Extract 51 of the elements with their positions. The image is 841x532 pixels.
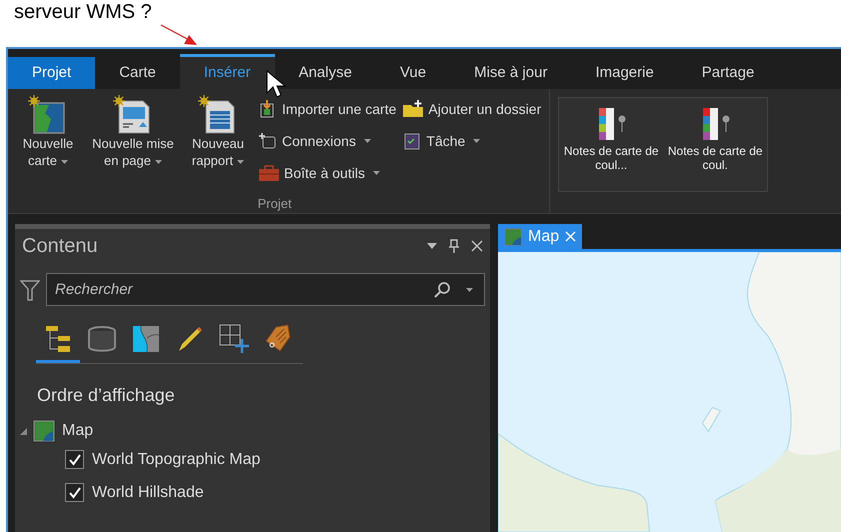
annotation-text: serveur WMS ? [14,2,152,22]
toolbox-icon [258,164,280,182]
ribbon-large-button[interactable]: Nouvelle mise en page [84,95,182,169]
tree-label[interactable]: Map [62,419,94,443]
pane-title: Contenu [22,234,99,259]
annotation-arrow [160,24,198,46]
checkbox[interactable] [65,483,84,502]
close-icon[interactable] [471,240,483,252]
layer-label[interactable]: World Topographic Map [92,448,260,472]
map-selection-icon [131,324,161,354]
database-icon [87,324,117,354]
connection-icon [258,131,278,151]
ribbon-tab[interactable]: Partage [678,57,778,89]
layer-list-icon [43,324,73,354]
map-icon [33,420,55,442]
ribbon-tab[interactable]: Carte [95,57,180,89]
expand-arrow-icon[interactable] [19,426,28,436]
grid-add-icon [218,323,250,355]
ribbon-small-button[interactable]: Ajouter un dossier [402,95,542,123]
task-icon [402,131,422,151]
map-icon [504,228,522,246]
dropdown-icon[interactable] [427,243,437,249]
file-tab[interactable]: Projet [8,57,96,89]
pin-icon[interactable] [449,239,459,253]
ribbon-tab[interactable]: Mise à jour [450,57,572,89]
ribbon-large-button[interactable]: Nouveau rapport [184,95,252,169]
notes-button[interactable]: Notes de carte de coul... [559,104,664,172]
notes-button[interactable]: Notes de carte de coul. [663,104,768,172]
add-folder-icon [402,100,424,118]
map-view-tab[interactable]: Map [498,224,582,249]
checkbox[interactable] [65,450,84,469]
check-icon [68,454,80,466]
ribbon-small-button[interactable]: Tâche [402,127,542,155]
ribbon-tab[interactable]: Vue [376,57,450,89]
layer-label[interactable]: World Hillshade [92,480,204,504]
filter-icon[interactable] [20,278,40,300]
ribbon-tab[interactable]: Analyse [274,57,376,89]
search-field[interactable]: Rechercher [46,273,485,306]
caret-icon[interactable] [466,288,473,292]
new-map-icon [28,95,68,135]
ribbon-small-button[interactable]: Boîte à outils [258,159,396,187]
section-heading: Ordre d’affichage [37,384,176,407]
ribbon-tab[interactable]: Imagerie [571,57,678,89]
ribbon-tab[interactable]: Insérer [180,54,275,89]
ribbon-small-button[interactable]: Importer une carte [258,95,396,123]
mouse-cursor-icon [266,70,286,100]
search-icon[interactable] [433,281,451,299]
ribbon-large-button[interactable]: Nouvelle carte [14,95,82,169]
check-icon [68,486,80,498]
group-label: Projet [256,194,293,213]
ribbon-small-button[interactable]: Connexions [258,127,396,155]
